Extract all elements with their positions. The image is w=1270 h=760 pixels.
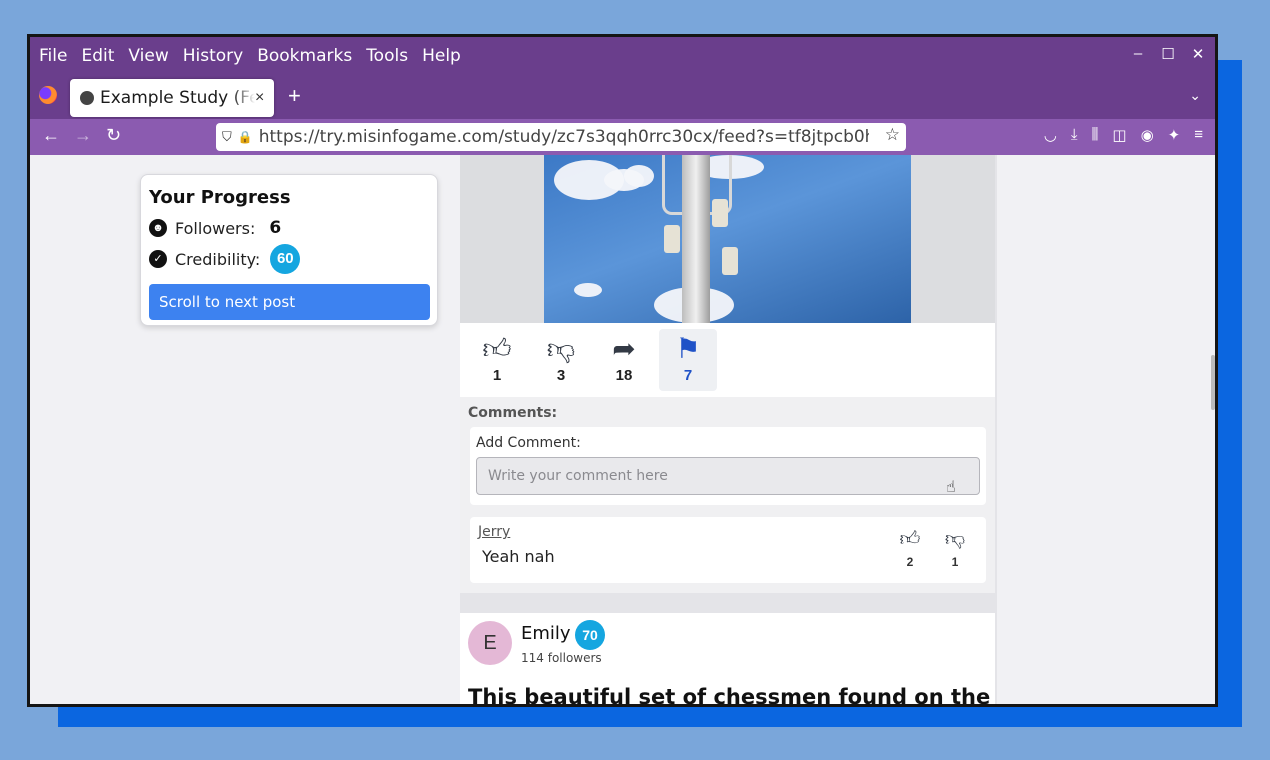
dislike-button[interactable]: 👎︎ 3: [532, 329, 590, 391]
window-controls: – ☐ ✕: [1131, 45, 1205, 63]
post-action-bar: 👍︎ 1 👎︎ 3 ➦ 18 ⚑ 7: [460, 323, 995, 397]
page-viewport: Your Progress ☻ Followers: 6 ✓ Credibili…: [30, 155, 1215, 704]
tab-close-icon[interactable]: ×: [255, 89, 264, 107]
check-circle-icon: ✓: [149, 250, 167, 268]
account-icon[interactable]: ◉: [1141, 126, 1154, 144]
share-icon: ➦: [612, 333, 636, 364]
browser-chrome: File Edit View History Bookmarks Tools H…: [30, 37, 1215, 155]
hamburger-menu-icon[interactable]: ≡: [1194, 126, 1203, 144]
thumbs-up-icon: 👍︎: [899, 528, 921, 550]
menu-view[interactable]: View: [121, 42, 175, 70]
browser-window: File Edit View History Bookmarks Tools H…: [27, 34, 1218, 707]
comment-item: Jerry Yeah nah 👍︎ 2 👎︎ 1: [470, 517, 986, 583]
menu-tools[interactable]: Tools: [359, 42, 415, 70]
progress-card: Your Progress ☻ Followers: 6 ✓ Credibili…: [140, 174, 438, 326]
menu-file[interactable]: File: [32, 42, 74, 70]
tab-example-study[interactable]: Example Study (Feed) ×: [70, 79, 274, 117]
dislike-count: 3: [556, 367, 566, 384]
tab-list-chevron-icon[interactable]: ⌄: [1189, 87, 1201, 104]
followers-row: ☻ Followers: 6: [149, 217, 429, 239]
followers-label: Followers:: [175, 218, 256, 238]
comment-author[interactable]: Jerry: [478, 524, 510, 540]
credibility-badge: 60: [270, 244, 301, 274]
menu-help[interactable]: Help: [415, 42, 468, 70]
thumbs-down-icon: 👎︎: [944, 528, 966, 550]
maximize-icon[interactable]: ☐: [1161, 45, 1175, 63]
credibility-label: Credibility:: [175, 249, 261, 269]
feed-column: 👍︎ 1 👎︎ 3 ➦ 18 ⚑ 7 Comments: Add Comment…: [460, 155, 997, 704]
tab-strip: Example Study (Feed) × + ⌄: [30, 75, 1215, 119]
firefox-logo-icon[interactable]: [39, 86, 57, 104]
comment-dislike-button[interactable]: 👎︎ 1: [940, 527, 970, 569]
download-icon[interactable]: ⤓: [1071, 126, 1078, 144]
scroll-next-post-button[interactable]: Scroll to next post: [149, 284, 430, 320]
comments-section: Comments: Add Comment: ☝ Jerry Yeah nah …: [460, 397, 995, 593]
pocket-icon[interactable]: ◡: [1044, 126, 1057, 144]
flag-button[interactable]: ⚑ 7: [659, 329, 717, 391]
add-comment-box: Add Comment: ☝: [470, 427, 986, 505]
extensions-icon[interactable]: ✦: [1168, 126, 1181, 144]
forward-icon[interactable]: →: [74, 125, 92, 146]
sidebar-icon[interactable]: ◫: [1112, 126, 1126, 144]
comment-like-button[interactable]: 👍︎ 2: [895, 527, 925, 569]
comment-text: Yeah nah: [482, 547, 555, 566]
thumbs-down-icon: 👎︎: [546, 333, 576, 364]
share-button[interactable]: ➦ 18: [595, 329, 653, 391]
flag-count: 7: [683, 367, 693, 384]
url-bar[interactable]: ⛉ 🔒 https://try.misinfogame.com/study/zc…: [216, 123, 906, 151]
back-icon[interactable]: ←: [42, 125, 60, 146]
new-tab-button[interactable]: +: [288, 83, 301, 109]
lock-icon[interactable]: 🔒: [238, 130, 253, 144]
bookmark-star-icon[interactable]: ☆: [885, 125, 900, 145]
author-followers: 114 followers: [521, 651, 602, 665]
comments-title: Comments:: [468, 405, 558, 421]
followers-value: 6: [269, 218, 282, 238]
avatar[interactable]: E: [468, 621, 512, 665]
like-count: 1: [492, 367, 502, 384]
library-icon[interactable]: ⫼: [1091, 126, 1098, 144]
post-image-container: [460, 155, 995, 323]
menu-bar: File Edit View History Bookmarks Tools H…: [30, 37, 1215, 75]
menu-history[interactable]: History: [176, 42, 250, 70]
progress-title: Your Progress: [149, 187, 291, 208]
minimize-icon[interactable]: –: [1131, 45, 1145, 63]
shield-icon[interactable]: ⛉: [222, 129, 232, 145]
post-title: This beautiful set of chessmen found on …: [468, 685, 991, 704]
thumbs-up-icon: 👍︎: [482, 333, 512, 364]
credibility-row: ✓ Credibility: 60: [149, 244, 429, 274]
tab-title: Example Study (Feed): [100, 88, 255, 108]
pointer-cursor-icon: ☝: [946, 479, 956, 496]
share-count: 18: [615, 367, 633, 384]
comment-like-count: 2: [906, 555, 914, 569]
page-scrollbar[interactable]: [1211, 355, 1215, 410]
next-post: E Emily 70 114 followers This beautiful …: [460, 613, 995, 704]
author-credibility-badge: 70: [575, 620, 605, 650]
post-author-name[interactable]: Emily: [521, 623, 571, 644]
flag-icon: ⚑: [675, 333, 701, 364]
reload-icon[interactable]: ↻: [106, 125, 121, 146]
menu-edit[interactable]: Edit: [74, 42, 121, 70]
navigation-bar: ← → ↻ ⛉ 🔒 https://try.misinfogame.com/st…: [30, 119, 1215, 155]
menu-bookmarks[interactable]: Bookmarks: [250, 42, 359, 70]
like-button[interactable]: 👍︎ 1: [468, 329, 526, 391]
comment-input[interactable]: [476, 457, 980, 495]
followers-icon: ☻: [149, 219, 167, 237]
comment-dislike-count: 1: [951, 555, 959, 569]
post-image-cell-tower: [544, 155, 911, 323]
toolbar-icons: ◡ ⤓ ⫼ ◫ ◉ ✦ ≡: [1044, 126, 1203, 144]
globe-icon: [80, 91, 94, 105]
close-icon[interactable]: ✕: [1191, 45, 1205, 63]
url-text[interactable]: https://try.misinfogame.com/study/zc7s3q…: [259, 127, 869, 147]
add-comment-label: Add Comment:: [476, 435, 581, 451]
